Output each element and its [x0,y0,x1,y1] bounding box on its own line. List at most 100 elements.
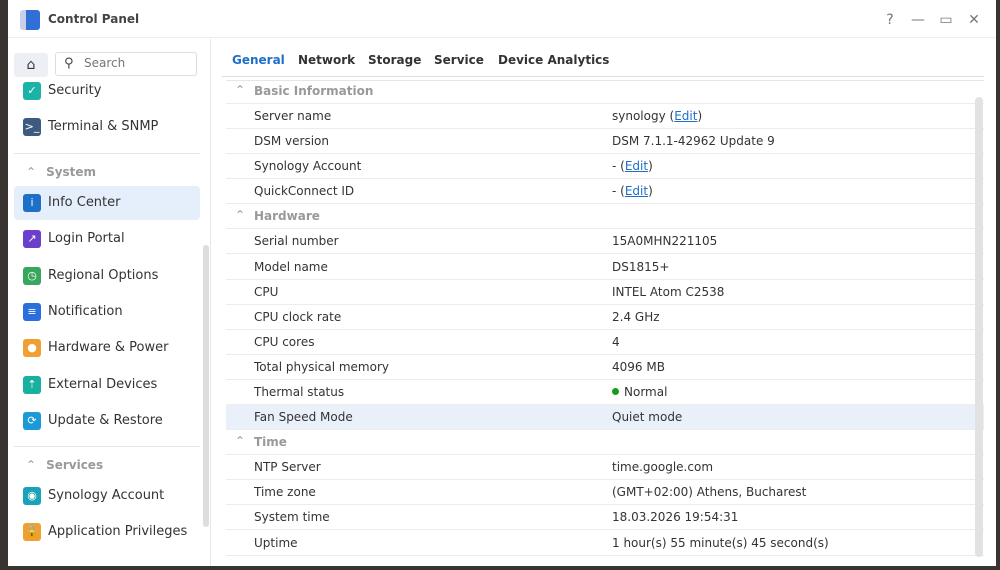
table-row: QuickConnect ID - (Edit) [226,179,984,205]
row-value: (GMT+02:00) Athens, Bucharest [612,485,806,499]
row-value: synology (Edit) [612,109,703,123]
row-label: CPU clock rate [254,309,342,324]
row-label: NTP Server [254,460,321,475]
sidebar-item-label: Notification [48,303,123,319]
value-text: 4096 MB [612,359,665,374]
row-label: Server name [254,109,332,123]
synology-account-icon: ◉ [23,487,41,505]
status-dot-icon [612,388,619,395]
row-value: DSM 7.1.1-42962 Update 9 [612,134,775,148]
table-row: Model name DS1815+ [226,255,984,280]
content-scrollbar[interactable] [975,97,983,557]
sidebar-item-label: Hardware & Power [48,340,169,356]
sidebar-item-application-privileges[interactable]: 🔒 Application Privileges [14,515,200,549]
table-row: Uptime 1 hour(s) 55 minute(s) 45 second(s… [226,531,984,556]
section-title: Basic Information [254,84,374,98]
value-text: DS1815+ [612,259,670,274]
section-header[interactable]: ⌃ Hardware [226,204,984,230]
notification-icon: ≡ [23,302,41,321]
sidebar-item-regional-options[interactable]: ◷ Regional Options [14,259,200,293]
edit-link[interactable]: Edit [625,159,648,173]
value-text: (GMT+02:00) Athens, Bucharest [612,485,807,500]
tab-service[interactable]: Service [434,53,484,67]
sidebar-item-notification[interactable]: ≡ Notification [14,295,200,329]
table-row: DSM version DSM 7.1.1-42962 Update 9 [226,129,984,155]
table-row: CPU cores 4 [226,330,984,355]
value-text: 2.4 GHz [612,309,660,324]
value-text: time.google.com [612,460,714,475]
sidebar-item-label: Info Center [48,195,121,210]
search-input[interactable] [84,56,184,70]
external-devices-icon: ⇡ [23,375,41,394]
row-label: Uptime [254,535,298,550]
row-value: DS1815+ [612,260,669,274]
sidebar-item-synology-account[interactable]: ◉ Synology Account [14,479,200,513]
edit-link[interactable]: Edit [625,184,648,198]
maximize-button[interactable]: ▭ [936,10,956,30]
tab-general[interactable]: General [232,53,285,67]
divider [14,446,200,447]
row-value: 1 hour(s) 55 minute(s) 45 second(s) [612,536,829,550]
table-row: CPU INTEL Atom C2538 [226,280,984,305]
chevron-up-icon: ⌃ [235,83,246,97]
divider [14,153,200,154]
sidebar-item-update-restore[interactable]: ⟳ Update & Restore [14,404,200,438]
edit-link[interactable]: Edit [674,109,697,123]
value-text: 18.03.2026 19:54:31 [612,510,739,525]
chevron-up-icon: ⌃ [235,208,246,223]
tab-bar: General Network Storage Service Device Analy… [222,39,984,77]
sidebar-item-terminal-snmp[interactable]: >_ Terminal & SNMP [14,110,200,144]
table-row: CPU clock rate 2.4 GHz [226,305,984,330]
tab-device-analytics[interactable]: Device Analytics [498,53,609,67]
search-box[interactable]: ⚲ [55,52,197,76]
row-label: Synology Account [254,159,362,174]
sidebar-item-label: Synology Account [48,488,165,503]
value-text: - [612,159,617,174]
row-value: 4 [612,335,620,349]
row-label: Total physical memory [254,359,389,374]
title-bar: Control Panel ? — ▭ ✕ [8,0,996,38]
section-services[interactable]: ⌃ Services [26,458,103,472]
value-text: - [612,184,617,199]
tab-network[interactable]: Network [298,53,355,67]
table-row: Fan Speed Mode Quiet mode [226,405,984,431]
minimize-button[interactable]: — [908,10,928,30]
sidebar-item-external-devices[interactable]: ⇡ External Devices [14,368,200,402]
sidebar-item-info-center[interactable]: i Info Center [14,186,200,220]
sidebar-item-security[interactable]: ✓ Security [14,74,200,108]
control-panel-window: Control Panel ? — ▭ ✕ ⌂ ⚲ ✓ Security >_ Ter… [8,0,996,566]
tab-storage[interactable]: Storage [368,53,421,67]
hardware-power-icon: ● [23,339,41,358]
sidebar-item-label: External Devices [48,376,158,392]
row-value: - (Edit) [612,184,653,199]
table-row: Time zone (GMT+02:00) Athens, Bucharest [226,480,984,506]
close-button[interactable]: ✕ [964,10,984,30]
section-header[interactable]: ⌃ Time [226,430,984,456]
value-text: synology [612,109,666,123]
value-text: Quiet mode [612,410,683,425]
row-label: CPU cores [254,334,315,349]
table-row: Thermal status Normal [226,380,984,405]
sidebar-item-hardware-power[interactable]: ● Hardware & Power [14,331,200,365]
table-row: Server name synology (Edit) [226,104,984,129]
help-button[interactable]: ? [880,10,900,30]
row-label: Serial number [254,234,339,249]
info-center-icon: i [23,194,41,212]
value-text: 15A0MHN221105 [612,234,718,249]
row-value: Quiet mode [612,410,682,424]
sidebar-item-label: Security [48,83,102,98]
section-title: Time [254,435,287,450]
sidebar-scrollbar[interactable] [203,245,209,527]
window-title: Control Panel [48,12,140,26]
control-panel-icon [20,10,40,30]
section-header[interactable]: ⌃ Basic Information [226,81,984,104]
section-title: Hardware [254,209,320,224]
value-text: INTEL Atom C2538 [612,284,725,299]
sidebar-item-login-portal[interactable]: ↗ Login Portal [14,222,200,256]
row-label: QuickConnect ID [254,184,355,199]
row-label: Time zone [254,485,316,500]
value-text: 4 [612,334,620,349]
section-system[interactable]: ⌃ System [26,165,96,179]
value-text: 1 hour(s) 55 minute(s) 45 second(s) [612,535,829,550]
row-value: 15A0MHN221105 [612,234,717,248]
